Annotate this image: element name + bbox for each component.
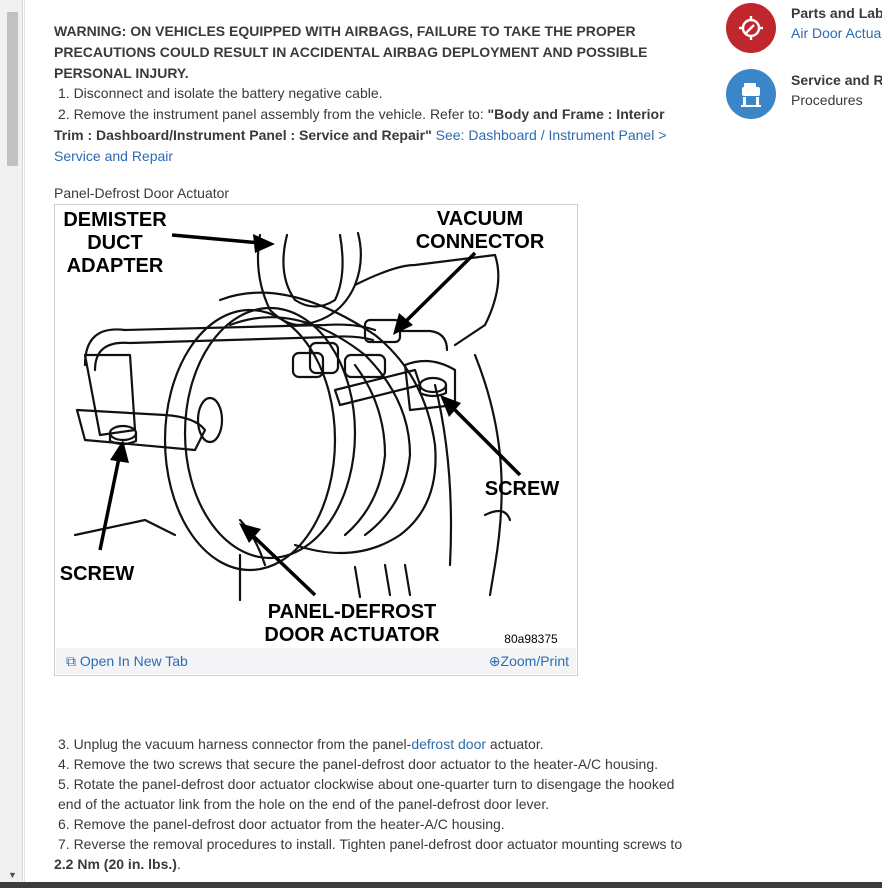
- label-adapter: ADAPTER: [67, 255, 164, 277]
- scroll-down-arrow-icon[interactable]: ▼: [8, 871, 17, 880]
- step-7: 7. Reverse the removal procedures to ins…: [54, 834, 694, 874]
- wrench-gear-icon: [726, 3, 776, 53]
- open-in-new-tab-label: Open In New Tab: [79, 653, 188, 669]
- vertical-scrollbar[interactable]: ▼: [0, 0, 23, 888]
- label-duct: DUCT: [87, 232, 143, 254]
- procedure-steps-part1: 1. Disconnect and isolate the battery ne…: [54, 83, 694, 167]
- sidebar-item-service-repair-title: Service and Re: [791, 72, 882, 88]
- related-sidebar: Parts and Labo Air Door Actua Service an…: [726, 0, 882, 150]
- bottom-bar: [0, 882, 882, 888]
- zoom-icon: ⊕: [488, 653, 501, 669]
- label-demister: DEMISTER: [63, 209, 167, 231]
- zoom-print-button[interactable]: ⊕Zoom/Print: [489, 653, 569, 670]
- air-door-actuator-link[interactable]: Air Door Actua: [791, 25, 881, 41]
- step-3: 3. Unplug the vacuum harness connector f…: [54, 734, 694, 754]
- label-connector: CONNECTOR: [416, 231, 545, 253]
- step-7-suffix: .: [176, 856, 181, 872]
- actuator-illustration: DEMISTER DUCT ADAPTER VACUUM CONNECTOR S…: [60, 208, 560, 646]
- procedure-steps-part2: 3. Unplug the vacuum harness connector f…: [54, 734, 694, 874]
- step-1: 1. Disconnect and isolate the battery ne…: [58, 85, 383, 101]
- label-screw-right: SCREW: [485, 478, 560, 500]
- page-divider: [24, 0, 25, 888]
- actuator-diagram[interactable]: DEMISTER DUCT ADAPTER VACUUM CONNECTOR S…: [54, 204, 578, 676]
- step-4: 4. Remove the two screws that secure the…: [58, 756, 658, 772]
- airbag-warning: WARNING: ON VEHICLES EQUIPPED WITH AIRBA…: [54, 23, 648, 81]
- figure-id: 80a98375: [504, 632, 558, 646]
- defrost-door-link[interactable]: defrost door: [411, 736, 486, 752]
- step-3-suffix: actuator.: [486, 736, 544, 752]
- zoom-print-label: Zoom/Print: [500, 653, 569, 669]
- car-lift-icon: [726, 69, 776, 119]
- figure-caption: Panel-Defrost Door Actuator: [54, 185, 230, 201]
- step-2: 2. Remove the instrument panel assembly …: [54, 104, 694, 167]
- step-7-text: 7. Reverse the removal procedures to ins…: [58, 836, 683, 852]
- label-door-actuator: DOOR ACTUATOR: [264, 624, 440, 646]
- figure-toolbar: ⧉ Open In New Tab ⊕Zoom/Print: [56, 648, 576, 674]
- label-screw-left: SCREW: [60, 563, 135, 585]
- step-5: 5. Rotate the panel-defrost door actuato…: [58, 776, 675, 812]
- label-vacuum: VACUUM: [437, 208, 523, 230]
- label-panel-defrost: PANEL-DEFROST: [268, 601, 437, 623]
- procedures-label: Procedures: [791, 92, 863, 108]
- torque-spec: 2.2 Nm (20 in. lbs.): [54, 856, 177, 872]
- scrollbar-thumb[interactable]: [7, 12, 18, 166]
- new-tab-icon: ⧉: [66, 653, 76, 669]
- sidebar-item-parts-labor-title: Parts and Labo: [791, 5, 882, 21]
- step-6: 6. Remove the panel-defrost door actuato…: [58, 816, 505, 832]
- open-in-new-tab-button[interactable]: ⧉ Open In New Tab: [66, 653, 188, 670]
- step-3-text: 3. Unplug the vacuum harness connector f…: [58, 736, 412, 752]
- step-2-text: 2. Remove the instrument panel assembly …: [58, 106, 488, 122]
